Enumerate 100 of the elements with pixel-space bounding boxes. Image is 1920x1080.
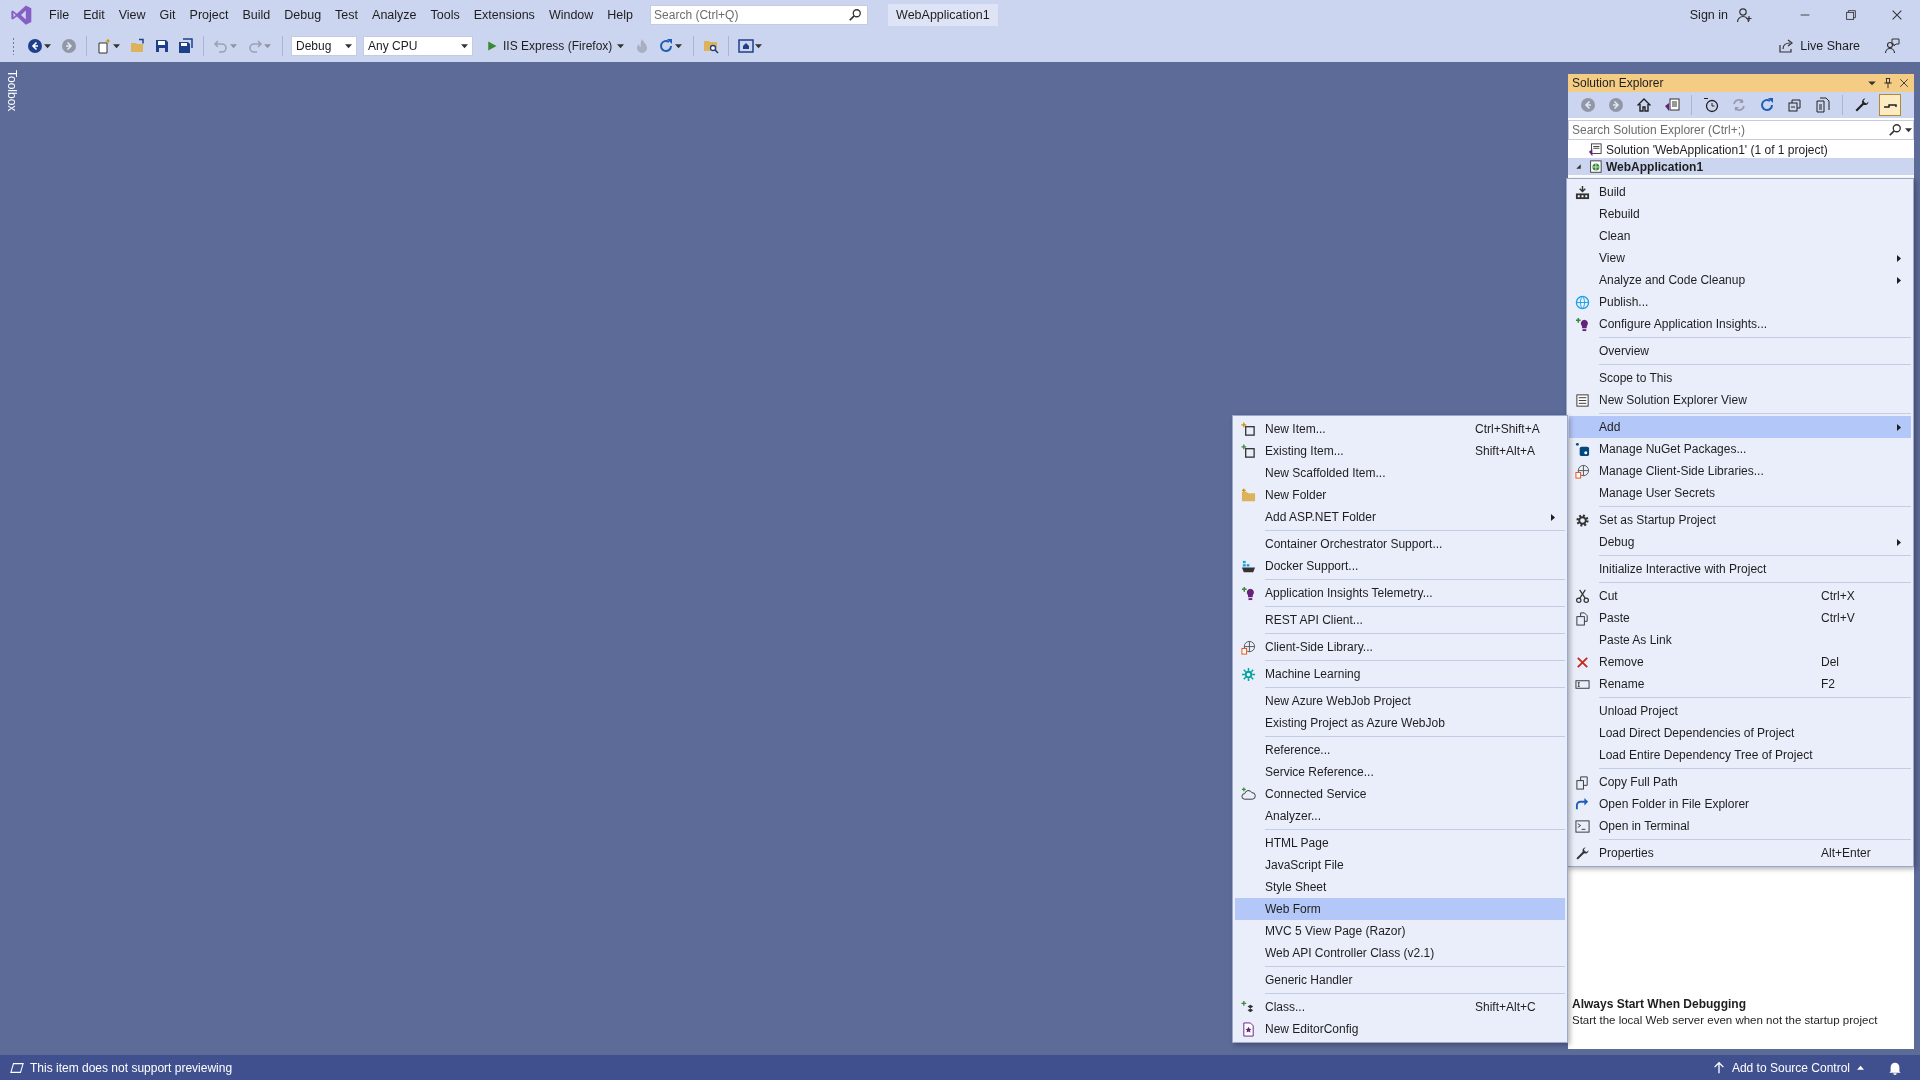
menu-item[interactable]: Help [600,5,641,25]
menu-item[interactable]: Window [541,5,601,25]
sign-in-link[interactable]: Sign in [1689,8,1728,22]
menu-item[interactable]: Add ASP.NET Folder [1235,506,1565,528]
menu-item[interactable]: JavaScript File [1235,854,1565,876]
menu-item[interactable]: Add [1569,416,1911,438]
tree-item[interactable]: Solution 'WebApplication1' (1 of 1 project) [1568,141,1914,158]
menu-item[interactable]: Scope to This [1569,367,1911,389]
menu-item[interactable]: Set as Startup Project [1569,509,1911,531]
menu-item[interactable]: New EditorConfig [1235,1018,1565,1040]
live-share-button[interactable]: Live Share [1778,38,1860,54]
menu-item[interactable]: Analyze [365,5,424,25]
caret-icon[interactable] [113,43,120,49]
menu-item[interactable]: Service Reference... [1235,761,1565,783]
menu-item[interactable]: Debug [277,5,329,25]
menu-item[interactable]: Paste As Link [1569,629,1911,651]
close-icon[interactable] [1898,77,1910,89]
menu-item[interactable]: New Azure WebJob Project [1235,690,1565,712]
menu-item[interactable]: Test [328,5,366,25]
menu-item[interactable]: Reference... [1235,739,1565,761]
menu-item[interactable]: Open Folder in File Explorer [1569,793,1911,815]
menu-item[interactable]: Copy Full Path [1569,771,1911,793]
menu-item[interactable]: Web API Controller Class (v2.1) [1235,942,1565,964]
menu-item[interactable]: Machine Learning [1235,663,1565,685]
search-icon[interactable] [1888,123,1902,137]
menu-item[interactable]: Git [152,5,183,25]
pin-icon[interactable] [1882,77,1894,89]
notification-icon[interactable] [1888,1060,1902,1075]
menu-item[interactable]: View [111,5,153,25]
menu-item[interactable]: Remove Del [1569,651,1911,673]
refresh-icon[interactable] [658,38,675,54]
menu-item[interactable]: Generic Handler [1235,969,1565,991]
toolbox-tab[interactable]: Toolbox [5,70,19,112]
menu-item[interactable]: MVC 5 View Page (Razor) [1235,920,1565,942]
caret-icon[interactable] [675,43,683,49]
menu-item[interactable]: Manage User Secrets [1569,482,1911,504]
menu-item[interactable]: Paste Ctrl+V [1569,607,1911,629]
caret-icon[interactable] [755,43,763,49]
menu-item[interactable]: New Solution Explorer View [1569,389,1911,411]
menu-item[interactable]: Class... Shift+Alt+C [1235,996,1565,1018]
caret-icon[interactable] [1905,128,1912,133]
search-field[interactable]: Search (Ctrl+Q) [650,5,869,25]
restore-icon[interactable] [1844,8,1858,22]
caret-icon[interactable] [345,43,352,49]
menu-item[interactable]: Edit [76,5,112,25]
menu-item[interactable]: Build [235,5,278,25]
menu-item[interactable]: Docker Support... [1235,555,1565,577]
preview-icon[interactable] [1879,94,1901,116]
run-button[interactable]: IIS Express (Firefox) [484,39,627,53]
menu-item[interactable]: REST API Client... [1235,609,1565,631]
new-file-icon[interactable] [96,38,112,54]
back-icon[interactable] [27,38,43,54]
menu-item[interactable]: Load Direct Dependencies of Project [1569,722,1911,744]
menu-item[interactable]: Manage Client-Side Libraries... [1569,460,1911,482]
menu-item[interactable]: Application Insights Telemetry... [1235,582,1565,604]
menu-item[interactable]: Existing Project as Azure WebJob [1235,712,1565,734]
menu-item[interactable]: HTML Page [1235,832,1565,854]
window-icon[interactable] [738,38,755,54]
menu-item[interactable]: Initialize Interactive with Project [1569,558,1911,580]
menu-item[interactable]: Tools [423,5,467,25]
menu-item[interactable]: View [1569,247,1911,269]
menu-item[interactable]: Clean [1569,225,1911,247]
menu-item[interactable]: Connected Service [1235,783,1565,805]
menu-item[interactable]: Rebuild [1569,203,1911,225]
toolbar-grip[interactable] [12,37,15,55]
menu-item[interactable]: Debug [1569,531,1911,553]
person-add-icon[interactable] [1736,7,1752,23]
close-icon[interactable] [1890,8,1904,22]
menu-item[interactable]: Cut Ctrl+X [1569,585,1911,607]
menu-item[interactable]: Project [182,5,236,25]
menu-item[interactable]: Properties Alt+Enter [1569,842,1911,864]
menu-item[interactable]: Open in Terminal [1569,815,1911,837]
menu-item[interactable]: Analyze and Code Cleanup [1569,269,1911,291]
menu-item[interactable]: Overview [1569,340,1911,362]
menu-item[interactable]: Client-Side Library... [1235,636,1565,658]
feedback-icon[interactable] [1884,38,1900,54]
menu-item[interactable]: Manage NuGet Packages... [1569,438,1911,460]
caret-icon[interactable] [1857,1065,1864,1070]
menu-item[interactable]: Build [1569,181,1911,203]
menu-item[interactable]: Publish... [1569,291,1911,313]
menu-item[interactable]: Rename F2 [1569,673,1911,695]
menu-item[interactable]: New Scaffolded Item... [1235,462,1565,484]
caret-icon[interactable] [617,43,625,49]
configuration-dropdown[interactable]: Debug [291,36,357,56]
search-icon[interactable] [848,8,863,22]
menu-item[interactable]: Configure Application Insights... [1569,313,1911,335]
menu-item[interactable]: Web Form [1235,898,1565,920]
configuration-dropdown[interactable]: Any CPU [363,36,473,56]
caret-icon[interactable] [461,43,468,49]
menu-item[interactable]: Container Orchestrator Support... [1235,533,1565,555]
menu-item[interactable]: Extensions [466,5,542,25]
menu-item[interactable]: Existing Item... Shift+Alt+A [1235,440,1565,462]
menu-item[interactable]: File [42,5,77,25]
source-control-button[interactable]: Add to Source Control [1731,1060,1864,1075]
menu-item[interactable]: New Item... Ctrl+Shift+A [1235,418,1565,440]
tree-item[interactable]: WebApplication1 [1568,158,1914,175]
caret-icon[interactable] [44,43,51,49]
menu-item[interactable]: Unload Project [1569,700,1911,722]
menu-item[interactable]: Load Entire Dependency Tree of Project [1569,744,1911,766]
menu-item[interactable]: Analyzer... [1235,805,1565,827]
